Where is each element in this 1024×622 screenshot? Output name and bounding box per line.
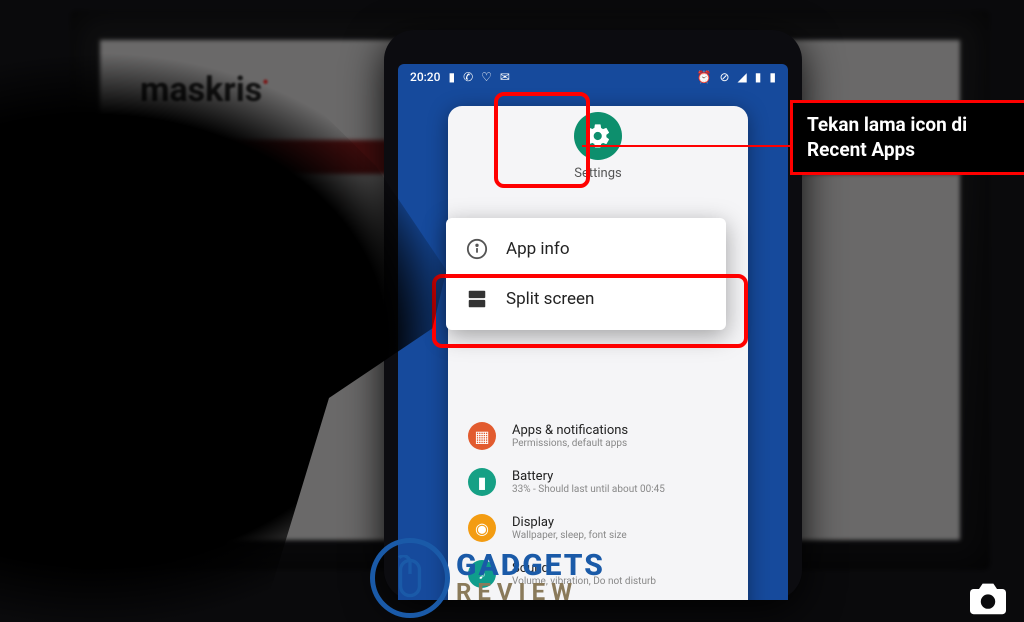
settings-row-apps[interactable]: ▦ Apps & notifications Permissions, defa… — [462, 416, 734, 462]
camera-icon[interactable] — [966, 580, 1010, 616]
mail-icon: ✉ — [500, 70, 510, 84]
battery-icon: ▮ — [769, 70, 776, 84]
settings-row-subtitle: Permissions, default apps — [512, 438, 628, 449]
annotation-callout-text: Tekan lama icon di Recent Apps — [807, 113, 967, 161]
menu-item-label: App info — [506, 239, 570, 259]
settings-row-title: Display — [512, 515, 627, 530]
recent-app-title: Settings — [448, 166, 748, 181]
annotation-callout-box: Tekan lama icon di Recent Apps — [790, 100, 1024, 175]
dnd-icon: ⊘ — [719, 70, 729, 84]
apps-icon: ▦ — [468, 422, 496, 450]
heart-icon: ♡ — [481, 70, 492, 84]
info-icon — [466, 238, 488, 260]
annotation-callout-line — [582, 145, 790, 147]
signal-icon: ▮ — [755, 70, 762, 84]
statusbar-time: 20:20 — [410, 70, 440, 84]
recent-app-card[interactable]: Settings ▦ Apps & notifications Permissi… — [448, 106, 748, 600]
battery-icon: ▮ — [468, 468, 496, 496]
statusbar: 20:20 ▮ ✆ ♡ ✉ ⏰ ⊘ ◢ ▮ ▮ — [398, 64, 788, 90]
facebook-icon: ▮ — [448, 70, 455, 84]
alarm-icon: ⏰ — [697, 70, 712, 84]
split-screen-icon — [466, 288, 488, 310]
settings-row-title: Apps & notifications — [512, 423, 628, 438]
recent-app-context-menu: App info Split screen — [446, 218, 726, 330]
settings-app-icon[interactable] — [574, 112, 622, 160]
settings-row-subtitle: 33% - Should last until about 00:45 — [512, 484, 665, 495]
mouse-icon — [370, 538, 450, 618]
menu-item-app-info[interactable]: App info — [446, 224, 726, 274]
watermark-logo: GADGETS REVIEW — [370, 538, 605, 618]
menu-item-split-screen[interactable]: Split screen — [446, 274, 726, 324]
settings-row-title: Battery — [512, 469, 665, 484]
wifi-icon: ◢ — [738, 70, 747, 84]
whatsapp-icon: ✆ — [463, 70, 473, 84]
watermark-line2: REVIEW — [456, 581, 605, 604]
watermark-line1: GADGETS — [456, 552, 605, 581]
settings-row-battery[interactable]: ▮ Battery 33% - Should last until about … — [462, 462, 734, 508]
menu-item-label: Split screen — [506, 289, 594, 309]
